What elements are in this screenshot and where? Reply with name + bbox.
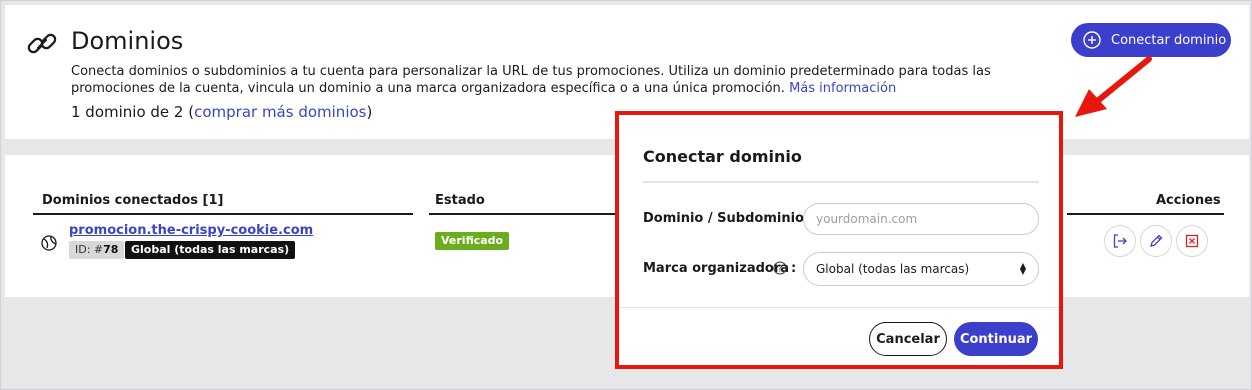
connect-domain-label: Conectar dominio xyxy=(1111,32,1227,48)
connect-domain-dialog: Conectar dominio Dominio / Subdominio: M… xyxy=(615,111,1063,369)
select-arrows-icon: ▲ ▼ xyxy=(1019,261,1026,276)
disconnect-button[interactable] xyxy=(1104,225,1136,257)
column-header-actions: Acciones xyxy=(1156,193,1221,208)
brand-badge: Global (todas las marcas) xyxy=(125,241,296,259)
dialog-divider xyxy=(643,181,1039,183)
globe-icon xyxy=(41,235,57,251)
id-label: ID: # xyxy=(75,243,104,256)
status-badge: Verificado xyxy=(435,232,510,250)
plus-circle-icon xyxy=(1083,31,1101,49)
sign-out-icon xyxy=(1113,234,1127,248)
domain-field-label: Dominio / Subdominio: xyxy=(643,211,810,226)
brand-select-value: Global (todas las marcas) xyxy=(816,262,970,276)
link-icon xyxy=(27,33,57,54)
column-underline-domains xyxy=(33,213,413,215)
column-header-domains: Dominios conectados [1] xyxy=(42,193,224,208)
id-badge: ID: #78 xyxy=(69,241,125,259)
delete-button[interactable] xyxy=(1176,225,1208,257)
brand-select[interactable]: Global (todas las marcas) ▲ ▼ xyxy=(803,252,1039,286)
page-description: Conecta dominios o subdominios a tu cuen… xyxy=(71,63,1071,97)
column-underline-status xyxy=(429,213,615,215)
dialog-footer-divider xyxy=(619,307,1059,308)
domain-count: 1 dominio de 2 (comprar más dominios) xyxy=(71,103,372,121)
domain-input[interactable] xyxy=(803,203,1039,235)
column-header-status: Estado xyxy=(435,193,485,208)
brand-field-label: Marca organizadora xyxy=(643,261,790,276)
more-info-link[interactable]: Más información xyxy=(789,81,896,96)
buy-more-domains-link[interactable]: comprar más dominios xyxy=(194,103,366,121)
continue-button[interactable]: Continuar xyxy=(954,322,1038,356)
dialog-title: Conectar dominio xyxy=(643,147,802,166)
cancel-button[interactable]: Cancelar xyxy=(869,322,947,356)
close-box-icon xyxy=(1185,234,1199,248)
edit-button[interactable] xyxy=(1140,225,1172,257)
brand-label-colon: : xyxy=(791,261,797,276)
column-underline-actions xyxy=(1067,213,1224,215)
page-title: Dominios xyxy=(71,27,184,55)
svg-text:?: ? xyxy=(778,265,783,275)
domain-count-prefix: 1 dominio de 2 ( xyxy=(71,103,195,121)
id-value: 78 xyxy=(103,243,119,256)
question-circle-icon[interactable]: ? xyxy=(773,261,787,275)
app-frame: Dominios Conecta dominios o subdominios … xyxy=(0,0,1252,390)
annotation-arrow-icon xyxy=(1075,56,1152,117)
domain-count-suffix: ) xyxy=(366,103,373,121)
domain-link[interactable]: promocion.the-crispy-cookie.com xyxy=(69,223,313,238)
pencil-icon xyxy=(1150,234,1163,247)
